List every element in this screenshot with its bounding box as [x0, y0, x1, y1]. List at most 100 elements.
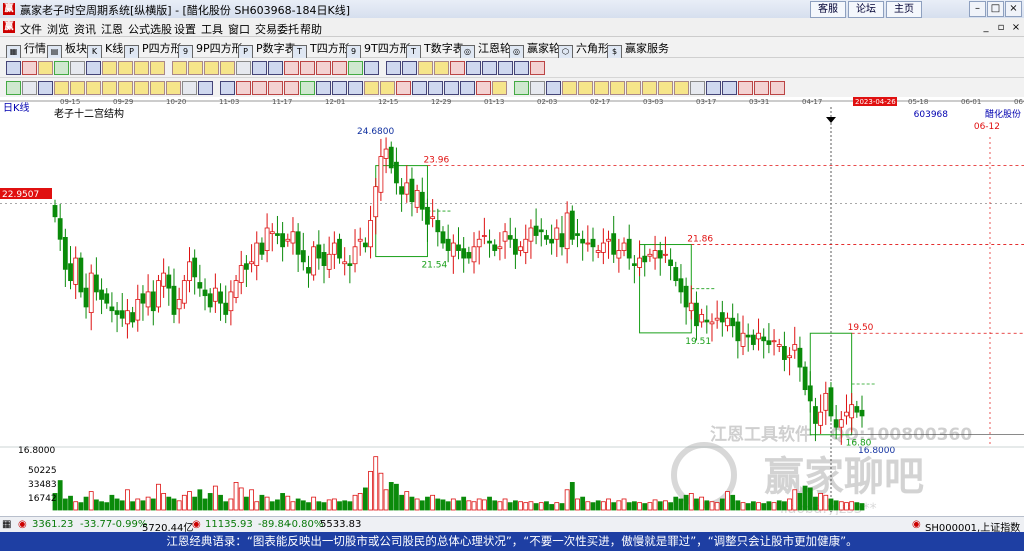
drawing-tool-icon[interactable]	[466, 61, 481, 75]
menu-trade[interactable]: 交易委托	[255, 21, 299, 37]
drawing-tool-icon[interactable]	[236, 61, 251, 75]
tool-t-square[interactable]: T T四方形	[292, 40, 350, 59]
link-forum[interactable]: 论坛	[848, 1, 884, 18]
analysis-tool-icon[interactable]	[706, 81, 721, 95]
kline-chart[interactable]: 09-15 09-29 10-20 11-03 11-17 12-01 12-15 12-29…	[0, 96, 1024, 517]
analysis-tool-icon[interactable]	[198, 81, 213, 95]
analysis-tool-icon[interactable]	[182, 81, 197, 95]
drawing-tool-icon[interactable]	[102, 61, 117, 75]
tool-quote[interactable]: ▦ 行情	[6, 40, 46, 59]
analysis-tool-icon[interactable]	[300, 81, 315, 95]
drawing-tool-icon[interactable]	[284, 61, 299, 75]
drawing-tool-icon[interactable]	[364, 61, 379, 75]
tool-9p-square[interactable]: 9 9P四方形	[178, 40, 243, 59]
analysis-tool-icon[interactable]	[444, 81, 459, 95]
analysis-tool-icon[interactable]	[476, 81, 491, 95]
analysis-tool-icon[interactable]	[6, 81, 21, 95]
analysis-tool-icon[interactable]	[674, 81, 689, 95]
drawing-tool-icon[interactable]	[54, 61, 69, 75]
mdi-restore-icon[interactable]: ▫	[995, 22, 1007, 34]
analysis-tool-icon[interactable]	[38, 81, 53, 95]
drawing-tool-icon[interactable]	[530, 61, 545, 75]
analysis-tool-icon[interactable]	[610, 81, 625, 95]
analysis-tool-icon[interactable]	[562, 81, 577, 95]
analysis-tool-icon[interactable]	[754, 81, 769, 95]
chart-svg[interactable]: 09-15 09-29 10-20 11-03 11-17 12-01 12-15 12-29…	[0, 96, 1024, 517]
tool-hexagon[interactable]: ⬡ 六角形	[558, 40, 609, 59]
analysis-tool-icon[interactable]	[284, 81, 299, 95]
analysis-tool-icon[interactable]	[166, 81, 181, 95]
analysis-tool-icon[interactable]	[252, 81, 267, 95]
tool-gann-wheel[interactable]: ◎ 江恩轮	[460, 40, 511, 59]
minimize-icon[interactable]: –	[969, 1, 986, 17]
menu-help[interactable]: 帮助	[300, 21, 322, 37]
menu-formula[interactable]: 公式选股	[128, 21, 172, 37]
drawing-tool-icon[interactable]	[150, 61, 165, 75]
analysis-tool-icon[interactable]	[150, 81, 165, 95]
analysis-tool-icon[interactable]	[492, 81, 507, 95]
analysis-tool-icon[interactable]	[578, 81, 593, 95]
analysis-tool-icon[interactable]	[220, 81, 235, 95]
drawing-tool-icon[interactable]	[332, 61, 347, 75]
drawing-tool-icon[interactable]	[22, 61, 37, 75]
analysis-tool-icon[interactable]	[722, 81, 737, 95]
drawing-tool-icon[interactable]	[514, 61, 529, 75]
drawing-tool-icon[interactable]	[220, 61, 235, 75]
drawing-tool-icon[interactable]	[6, 61, 21, 75]
analysis-tool-icon[interactable]	[348, 81, 363, 95]
analysis-tool-icon[interactable]	[134, 81, 149, 95]
drawing-tool-icon[interactable]	[38, 61, 53, 75]
menu-browse[interactable]: 浏览	[47, 21, 69, 37]
analysis-tool-icon[interactable]	[412, 81, 427, 95]
drawing-tool-icon[interactable]	[402, 61, 417, 75]
analysis-tool-icon[interactable]	[530, 81, 545, 95]
analysis-tool-icon[interactable]	[428, 81, 443, 95]
analysis-tool-icon[interactable]	[738, 81, 753, 95]
analysis-tool-icon[interactable]	[658, 81, 673, 95]
drawing-tool-icon[interactable]	[450, 61, 465, 75]
menu-file[interactable]: 文件	[20, 21, 42, 37]
analysis-tool-icon[interactable]	[364, 81, 379, 95]
tool-kline[interactable]: K K线	[87, 40, 123, 59]
menu-window[interactable]: 窗口	[228, 21, 250, 37]
drawing-tool-icon[interactable]	[134, 61, 149, 75]
status-grid-icon[interactable]: ▦	[2, 519, 11, 530]
analysis-tool-icon[interactable]	[268, 81, 283, 95]
tool-service[interactable]: $ 赢家服务	[607, 40, 669, 59]
tool-p-square[interactable]: P P四方形	[124, 40, 182, 59]
tool-winner-wheel[interactable]: ◎ 赢家轮	[509, 40, 560, 59]
analysis-tool-icon[interactable]	[514, 81, 529, 95]
analysis-tool-icon[interactable]	[86, 81, 101, 95]
analysis-tool-icon[interactable]	[54, 81, 69, 95]
drawing-tool-icon[interactable]	[86, 61, 101, 75]
drawing-tool-icon[interactable]	[268, 61, 283, 75]
drawing-tool-icon[interactable]	[70, 61, 85, 75]
tool-sector[interactable]: ▤ 板块	[47, 40, 87, 59]
analysis-tool-icon[interactable]	[546, 81, 561, 95]
drawing-tool-icon[interactable]	[204, 61, 219, 75]
drawing-tool-icon[interactable]	[300, 61, 315, 75]
analysis-tool-icon[interactable]	[236, 81, 251, 95]
analysis-tool-icon[interactable]	[118, 81, 133, 95]
drawing-tool-icon[interactable]	[172, 61, 187, 75]
analysis-tool-icon[interactable]	[102, 81, 117, 95]
drawing-tool-icon[interactable]	[418, 61, 433, 75]
mdi-minimize-icon[interactable]: _	[980, 22, 992, 34]
drawing-tool-icon[interactable]	[118, 61, 133, 75]
drawing-tool-icon[interactable]	[188, 61, 203, 75]
menu-settings[interactable]: 设置	[174, 21, 196, 37]
analysis-tool-icon[interactable]	[332, 81, 347, 95]
mdi-close-icon[interactable]: ×	[1010, 22, 1022, 34]
analysis-tool-icon[interactable]	[460, 81, 475, 95]
tool-9t-square[interactable]: 9 9T四方形	[346, 40, 411, 59]
analysis-tool-icon[interactable]	[642, 81, 657, 95]
drawing-tool-icon[interactable]	[498, 61, 513, 75]
analysis-tool-icon[interactable]	[22, 81, 37, 95]
analysis-tool-icon[interactable]	[690, 81, 705, 95]
drawing-tool-icon[interactable]	[386, 61, 401, 75]
analysis-tool-icon[interactable]	[396, 81, 411, 95]
drawing-tool-icon[interactable]	[348, 61, 363, 75]
tool-p-table[interactable]: P P数字表	[238, 40, 296, 59]
link-home[interactable]: 主页	[886, 1, 922, 18]
tool-t-table[interactable]: T T数字表	[406, 40, 464, 59]
